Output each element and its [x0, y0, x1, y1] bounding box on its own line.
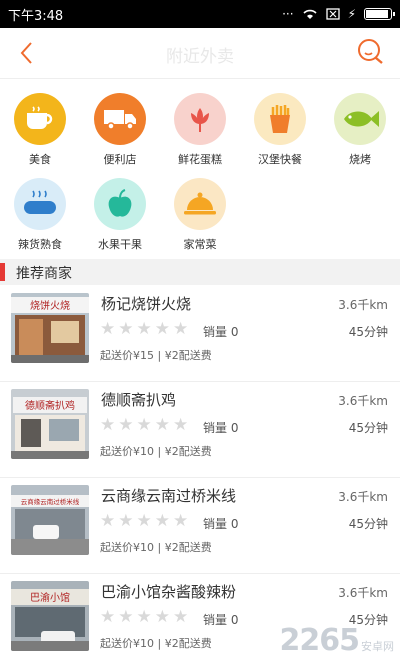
- page-title: 附近外卖: [166, 47, 234, 67]
- status-time: 下午3:48: [8, 8, 64, 24]
- star-icon: ★: [100, 607, 116, 627]
- shop-fee: 起送价¥15 | ¥2配送费: [100, 349, 212, 362]
- wifi-icon: [302, 9, 317, 19]
- watermark-number: 2265: [279, 623, 360, 658]
- shop-photo: 烧饼火烧: [11, 293, 89, 363]
- category-label: 水果干果: [98, 238, 142, 251]
- battery-icon: [364, 8, 395, 20]
- star-icon: ★: [136, 511, 152, 531]
- star-icon: ★: [173, 511, 189, 531]
- shop-photo: 云商缘云南过桥米线: [11, 485, 89, 555]
- shop-item[interactable]: 烧饼火烧 杨记烧饼火烧 3.6千km ★ ★ ★ ★ ★ 销量 0 45分钟 起送价¥1…: [0, 285, 400, 382]
- watermark-logo: 2265 安卓网: [280, 623, 395, 658]
- lotus-flower-icon: [174, 93, 226, 145]
- rating-stars: ★ ★ ★ ★ ★: [100, 321, 188, 338]
- star-icon: ★: [154, 511, 170, 531]
- fish-icon: [334, 93, 386, 145]
- shop-sales: 销量 0: [203, 325, 239, 339]
- shop-sign-text: 烧饼火烧: [30, 299, 70, 312]
- rating-stars: ★ ★ ★ ★ ★: [100, 609, 188, 626]
- search-icon[interactable]: [356, 37, 386, 67]
- star-icon: ★: [173, 607, 189, 627]
- shop-delivery-time: 45分钟: [348, 421, 388, 435]
- category-jiachangcai[interactable]: 家常菜: [160, 178, 240, 252]
- star-icon: ★: [154, 415, 170, 435]
- no-sim-icon: [325, 8, 340, 20]
- shop-delivery-time: 45分钟: [348, 517, 388, 531]
- shop-sales: 销量 0: [203, 421, 239, 435]
- cloche-dish-icon: [174, 178, 226, 230]
- shop-sign-text: 云商缘云南过桥米线: [21, 497, 80, 506]
- shop-distance: 3.6千km: [338, 298, 388, 312]
- star-icon: ★: [118, 511, 134, 531]
- fries-icon: [254, 93, 306, 145]
- star-icon: ★: [118, 319, 134, 339]
- star-icon: ★: [136, 319, 152, 339]
- shop-name: 巴渝小馆杂酱酸辣粉: [101, 583, 237, 601]
- star-icon: ★: [154, 607, 170, 627]
- category-lahuo-shushi[interactable]: 辣货熟食: [0, 178, 80, 252]
- charging-icon: ⚡: [347, 7, 356, 21]
- shop-sign-text: 德顺斋扒鸡: [25, 399, 75, 412]
- category-shaokao[interactable]: 烧烤: [320, 93, 400, 167]
- signal-dots-icon: ···: [282, 7, 294, 21]
- rating-stars: ★ ★ ★ ★ ★: [100, 417, 188, 434]
- star-icon: ★: [136, 415, 152, 435]
- category-label: 汉堡快餐: [258, 153, 302, 166]
- section-accent-bar: [0, 263, 5, 281]
- title-bar: 附近外卖: [0, 28, 400, 79]
- category-label: 美食: [29, 153, 51, 166]
- category-label: 辣货熟食: [18, 238, 62, 251]
- shop-photo: 德顺斋扒鸡: [11, 389, 89, 459]
- delivery-truck-icon: [94, 93, 146, 145]
- watermark-text: 安卓网: [361, 640, 394, 653]
- shop-name: 云商缘云南过桥米线: [101, 487, 237, 505]
- category-shuiguo-ganguo[interactable]: 水果干果: [80, 178, 160, 252]
- star-icon: ★: [100, 415, 116, 435]
- rating-stars: ★ ★ ★ ★ ★: [100, 513, 188, 530]
- shop-fee: 起送价¥10 | ¥2配送费: [100, 445, 212, 458]
- shop-sign-text: 巴渝小馆: [30, 591, 70, 604]
- category-label: 鲜花蛋糕: [178, 153, 222, 166]
- star-icon: ★: [100, 511, 116, 531]
- star-icon: ★: [173, 415, 189, 435]
- shop-distance: 3.6千km: [338, 586, 388, 600]
- shop-item[interactable]: 德顺斋扒鸡 德顺斋扒鸡 3.6千km ★ ★ ★ ★ ★ 销量 0 45分钟 起送价¥1…: [0, 381, 400, 478]
- star-icon: ★: [154, 319, 170, 339]
- category-xianhua-dangao[interactable]: 鲜花蛋糕: [160, 93, 240, 167]
- sausage-icon: [14, 178, 66, 230]
- star-icon: ★: [118, 607, 134, 627]
- apple-icon: [94, 178, 146, 230]
- category-label: 便利店: [103, 153, 137, 166]
- status-bar: 下午3:48 ··· ⚡: [0, 0, 400, 28]
- section-title: 推荐商家: [16, 266, 72, 282]
- shop-sales: 销量 0: [203, 613, 239, 627]
- category-hanbao-kuaican[interactable]: 汉堡快餐: [240, 93, 320, 167]
- coffee-cup-icon: [14, 93, 66, 145]
- star-icon: ★: [100, 319, 116, 339]
- category-bianlidian[interactable]: 便利店: [80, 93, 160, 167]
- shop-fee: 起送价¥10 | ¥2配送费: [100, 637, 212, 650]
- shop-name: 德顺斋扒鸡: [101, 391, 177, 409]
- star-icon: ★: [173, 319, 189, 339]
- shop-fee: 起送价¥10 | ¥2配送费: [100, 541, 212, 554]
- shop-delivery-time: 45分钟: [348, 325, 388, 339]
- category-meishi[interactable]: 美食: [0, 93, 80, 167]
- category-label: 家常菜: [183, 238, 217, 251]
- category-label: 烧烤: [349, 153, 371, 166]
- shop-sales: 销量 0: [203, 517, 239, 531]
- shop-distance: 3.6千km: [338, 394, 388, 408]
- star-icon: ★: [118, 415, 134, 435]
- shop-item[interactable]: 云商缘云南过桥米线 云商缘云南过桥米线 3.6千km ★ ★ ★ ★ ★ 销量 0 45…: [0, 477, 400, 574]
- status-icons: ··· ⚡: [282, 7, 395, 21]
- shop-photo: 巴渝小馆: [11, 581, 89, 651]
- section-header: 推荐商家: [0, 259, 400, 285]
- shop-name: 杨记烧饼火烧: [101, 295, 192, 313]
- star-icon: ★: [136, 607, 152, 627]
- shop-distance: 3.6千km: [338, 490, 388, 504]
